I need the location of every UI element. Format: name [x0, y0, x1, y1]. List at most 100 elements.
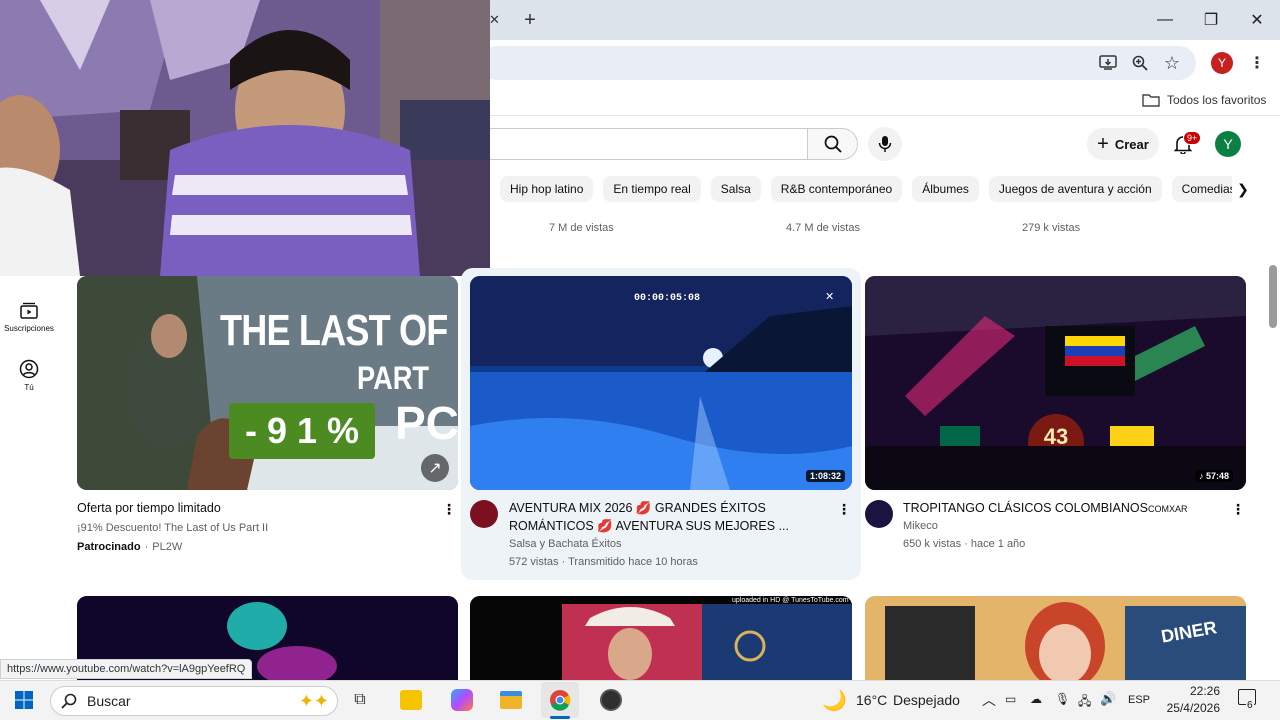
close-window-button[interactable]: ✕	[1234, 0, 1280, 40]
notification-badge: 9+	[1183, 131, 1202, 145]
sidebar-item-label: Tú	[24, 383, 34, 392]
restore-button[interactable]: ❐	[1188, 0, 1234, 40]
zoom-icon[interactable]	[1126, 49, 1154, 77]
widgets-app-icon[interactable]	[392, 682, 430, 718]
thumbnail-art	[470, 276, 852, 490]
install-icon[interactable]	[1094, 49, 1122, 77]
chip[interactable]: Juegos de aventura y acción	[988, 176, 1162, 202]
sidebar-item-subscriptions[interactable]: Suscripciones	[0, 300, 58, 333]
status-bar-url: https://www.youtube.com/watch?v=lA9gpYee…	[0, 659, 253, 679]
video-title-suffix: COMXAR	[1147, 504, 1188, 514]
chrome-app-icon[interactable]	[541, 682, 579, 718]
sparkle-icon: ✦✦	[298, 690, 329, 711]
video-meta: 650 k vistas · hace 1 año	[903, 538, 1026, 550]
new-tab-button[interactable]: +	[520, 8, 540, 32]
chip-bar: Hip hop latino En tiempo real Salsa R&B …	[500, 176, 1240, 202]
active-app-indicator	[550, 716, 570, 719]
chip[interactable]: Comedias	[1171, 176, 1240, 202]
microphone-icon	[878, 136, 892, 152]
bookmarks-folder-label: Todos los favoritos	[1167, 93, 1267, 107]
video-meta: 572 vistas · Transmitido hace 10 horas	[509, 556, 698, 568]
short-icon: ♪	[1199, 471, 1207, 481]
chevron-right-icon[interactable]: ❯	[1232, 176, 1254, 202]
video-duration: 1:08:32	[806, 470, 846, 482]
view-count: 4.7 M de vistas	[786, 222, 860, 234]
video-thumbnail[interactable]: THE LAST OF US PART II PC - 9 1 % ↗	[77, 276, 458, 490]
clock-time[interactable]: 22:26	[1166, 684, 1220, 698]
thumbnail-pc-label: PC	[395, 397, 458, 449]
close-icon[interactable]: ✕	[825, 290, 839, 304]
sidebar-item-you[interactable]: Tú	[0, 359, 58, 392]
all-bookmarks-folder[interactable]: Todos los favoritos	[1142, 93, 1266, 107]
obs-app-icon[interactable]	[592, 682, 630, 718]
chevron-up-icon[interactable]: ︿	[982, 690, 996, 710]
video-title[interactable]: AVENTURA MIX 2026 💋 GRANDES ÉXITOS ROMÁN…	[509, 499, 829, 535]
task-view-icon[interactable]: ⧉	[341, 682, 379, 718]
thumbnail-caption: uploaded in HD @ TunesToTube.com	[732, 597, 849, 604]
cloud-icon[interactable]: ☁	[1030, 692, 1042, 706]
video-thumbnail[interactable]: 00:00:05:08 ✕ 1:08:32	[470, 276, 852, 490]
channel-avatar[interactable]	[470, 500, 498, 528]
scrollbar-thumb[interactable]	[1269, 265, 1277, 328]
sponsor-name[interactable]: PL2W	[152, 539, 182, 556]
microphone-icon[interactable]: 🎙	[1055, 692, 1070, 706]
chip[interactable]: Hip hop latino	[500, 176, 594, 202]
search-icon	[824, 135, 842, 153]
thumbnail-art	[470, 596, 852, 680]
sidebar-item-label: Suscripciones	[4, 324, 54, 333]
tray-device-icon[interactable]: ▭	[1005, 692, 1016, 706]
create-button[interactable]: + Crear	[1087, 128, 1159, 160]
more-options-icon[interactable]: ⋮	[442, 500, 456, 518]
chrome-icon	[550, 690, 571, 711]
thumbnail-badge: 43	[1043, 424, 1069, 449]
language-indicator[interactable]: ESP	[1128, 694, 1150, 706]
video-subtitle: ¡91% Descuento! The Last of Us Part II	[77, 522, 269, 534]
account-avatar[interactable]: Y	[1215, 131, 1241, 157]
you-icon	[19, 359, 39, 379]
thumbnail-title: THE LAST OF US	[220, 306, 458, 355]
windows-start-button[interactable]	[5, 682, 43, 718]
copilot-app-icon[interactable]	[443, 682, 481, 718]
more-options-icon[interactable]: ⋮	[1231, 500, 1245, 518]
plus-icon: +	[1097, 133, 1109, 155]
clock-date[interactable]: 25/4/2026	[1160, 701, 1220, 715]
channel-avatar[interactable]	[865, 500, 893, 528]
minimize-button[interactable]: —	[1142, 0, 1188, 40]
more-options-icon[interactable]: ⋮	[837, 500, 851, 518]
video-thumbnail[interactable]: DINER	[865, 596, 1246, 680]
create-label: Crear	[1114, 136, 1149, 152]
video-title[interactable]: Oferta por tiempo limitado	[77, 499, 417, 517]
file-explorer-icon[interactable]	[492, 682, 530, 718]
volume-icon[interactable]: 🔊	[1100, 691, 1116, 707]
voice-search-button[interactable]	[868, 127, 902, 161]
close-tab-icon[interactable]: ✕	[489, 10, 503, 30]
menu-icon[interactable]: ⋮	[1249, 52, 1265, 74]
video-thumbnail[interactable]: 43 ♪ 57:48	[865, 276, 1246, 490]
channel-name[interactable]: Salsa y Bachata Éxitos	[509, 536, 622, 553]
profile-avatar[interactable]: Y	[1211, 52, 1233, 74]
view-count: 279 k vistas	[1022, 222, 1081, 234]
address-bar[interactable]: ☆	[480, 46, 1196, 80]
video-thumbnail[interactable]: uploaded in HD @ TunesToTube.com	[470, 596, 852, 680]
chip[interactable]: R&B contemporáneo	[770, 176, 903, 202]
video-title[interactable]: TROPITANGO CLÁSICOS COLOMBIANOSCOMXAR	[903, 499, 1223, 518]
chip[interactable]: Álbumes	[912, 176, 979, 202]
video-title-text: TROPITANGO CLÁSICOS COLOMBIANOS	[903, 501, 1148, 515]
weather-temp[interactable]: 16°C	[856, 692, 887, 708]
star-icon[interactable]: ☆	[1158, 49, 1186, 77]
folder-icon	[1142, 94, 1160, 107]
network-icon[interactable]: 🖧	[1078, 692, 1091, 713]
subscriptions-icon	[20, 302, 38, 319]
chip[interactable]: En tiempo real	[603, 176, 701, 202]
sponsored-label: Patrocinado	[77, 541, 141, 553]
notification-count: 6	[1246, 700, 1254, 711]
weather-desc[interactable]: Despejado	[893, 692, 960, 708]
webcam-image	[0, 0, 490, 276]
chip[interactable]: Salsa	[710, 176, 761, 202]
external-link-icon[interactable]: ↗	[421, 454, 449, 482]
taskbar-search[interactable]: Buscar ✦✦	[50, 686, 338, 716]
page-scrollbar[interactable]	[1268, 120, 1280, 680]
search-button[interactable]	[807, 128, 858, 160]
thumbnail-art	[865, 276, 1246, 490]
channel-name[interactable]: Mikeco	[903, 518, 938, 535]
